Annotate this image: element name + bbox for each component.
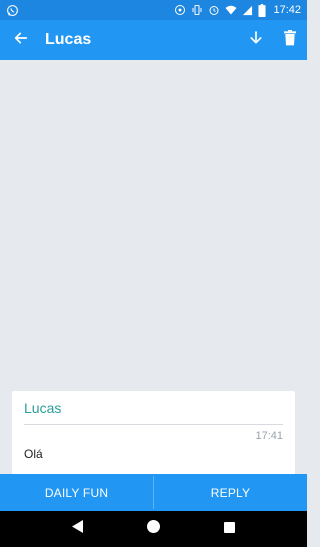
message-time: 17:41 xyxy=(255,430,283,442)
recents-square-icon xyxy=(223,520,235,538)
whatsapp-icon xyxy=(6,4,19,17)
divider xyxy=(24,424,283,425)
sync-icon xyxy=(174,4,186,16)
nav-back-button[interactable] xyxy=(58,511,98,547)
system-nav-bar xyxy=(0,511,307,547)
home-circle-icon xyxy=(146,520,160,538)
status-time: 17:42 xyxy=(273,4,301,16)
signal-icon xyxy=(242,5,253,16)
message-body: Olá xyxy=(24,447,43,461)
message-card[interactable]: Lucas 17:41 Olá xyxy=(12,391,295,474)
back-triangle-icon xyxy=(71,520,84,538)
wifi-icon xyxy=(225,4,237,16)
bottom-action-bar: DAILY FUN REPLY xyxy=(0,474,307,511)
alarm-icon xyxy=(208,4,220,16)
nav-recents-button[interactable] xyxy=(209,511,249,547)
daily-fun-button[interactable]: DAILY FUN xyxy=(0,474,153,511)
back-arrow-icon xyxy=(13,30,29,51)
download-icon xyxy=(248,30,264,51)
battery-icon xyxy=(258,3,267,17)
delete-button[interactable] xyxy=(273,20,307,60)
trash-icon xyxy=(283,29,297,51)
app-bar: Lucas xyxy=(0,20,307,60)
message-sender: Lucas xyxy=(24,400,62,416)
nav-home-button[interactable] xyxy=(133,511,173,547)
status-bar: 17:42 xyxy=(0,0,307,20)
vibrate-icon xyxy=(191,4,203,16)
reply-button[interactable]: REPLY xyxy=(154,474,307,511)
back-button[interactable] xyxy=(1,20,41,60)
download-button[interactable] xyxy=(239,20,273,60)
conversation-title: Lucas xyxy=(45,31,92,48)
